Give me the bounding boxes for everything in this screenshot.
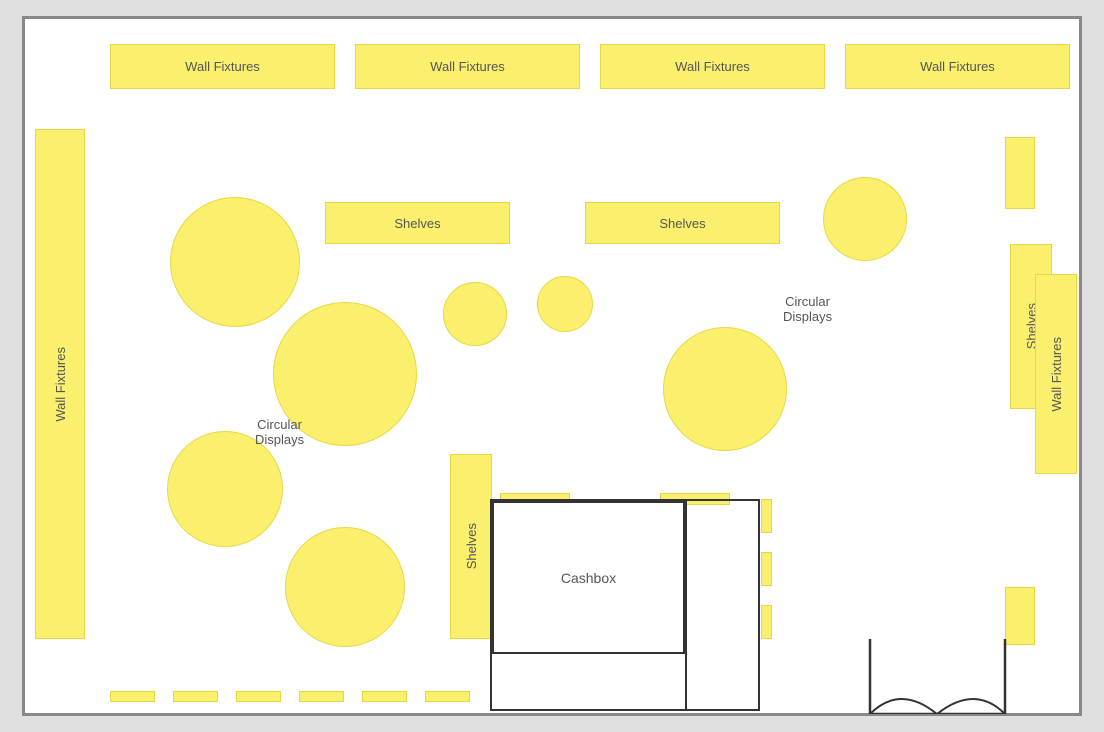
wall-fixture-top-3: Wall Fixtures [600,44,825,89]
wall-fixture-right: Wall Fixtures [1035,274,1077,474]
cashbox-outer-right [758,499,760,709]
dash-4 [299,691,344,702]
cashbox-inner: Cashbox [492,501,685,654]
dash-right-1 [761,499,772,533]
circle-medium-bottom-left [167,431,283,547]
small-rect-right-top [1005,137,1035,209]
door-svg [860,639,1015,714]
dash-right-3 [761,605,772,639]
shelves-top-2: Shelves [585,202,780,244]
circle-small-1 [443,282,507,346]
wall-fixture-top-2: Wall Fixtures [355,44,580,89]
shelves-center-vertical: Shelves [450,454,492,639]
cashbox-outer-bottom [490,709,760,711]
small-rect-right-bottom [1005,587,1035,645]
dash-2 [173,691,218,702]
circular-displays-label-left: CircularDisplays [255,417,304,447]
circle-large-bottom [285,527,405,647]
dash-5 [362,691,407,702]
dash-6 [425,691,470,702]
wall-fixture-left: Wall Fixtures [35,129,85,639]
shelves-top-1: Shelves [325,202,510,244]
dash-1 [110,691,155,702]
wall-fixture-top-4: Wall Fixtures [845,44,1070,89]
floor-plan: Wall Fixtures Wall Fixtures Wall Fixture… [22,16,1082,716]
circular-displays-label-right: CircularDisplays [783,294,832,324]
wall-fixture-top-1: Wall Fixtures [110,44,335,89]
cashbox-divider-v [685,501,687,709]
circle-large-right [663,327,787,451]
circle-small-2 [537,276,593,332]
dash-3 [236,691,281,702]
circle-large-top-left [170,197,300,327]
circle-medium-top-right [823,177,907,261]
dash-right-2 [761,552,772,586]
